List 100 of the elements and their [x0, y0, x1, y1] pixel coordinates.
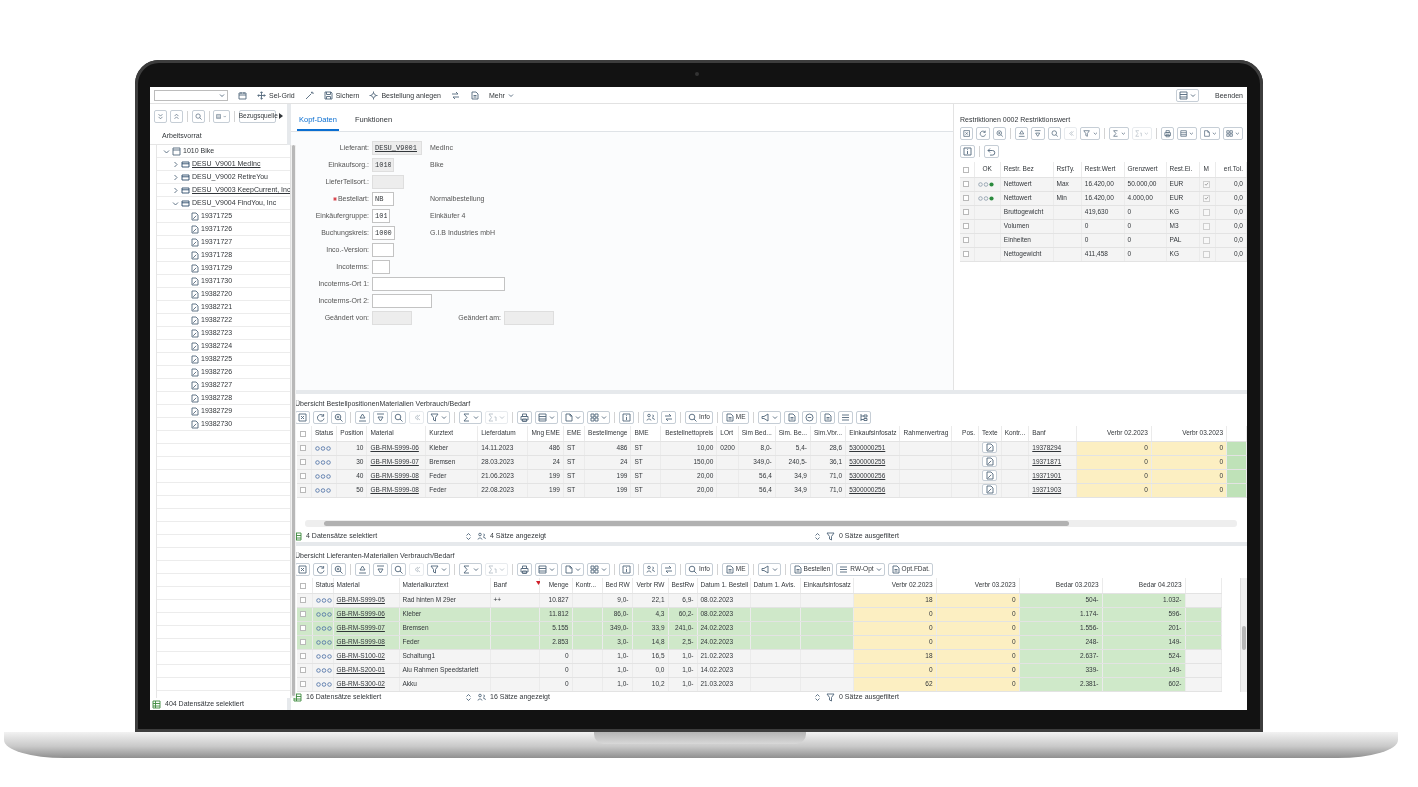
toolbar-button[interactable] — [238, 90, 247, 100]
search-icon — [394, 564, 403, 574]
document-edit-icon — [985, 471, 995, 481]
subtotal-icon — [488, 412, 497, 422]
sort-ascending-icon — [1017, 128, 1026, 138]
layout-icon — [538, 564, 547, 574]
sort-descending-icon — [376, 564, 385, 574]
document-edit-icon — [190, 303, 199, 312]
subtotal-icon — [1135, 128, 1143, 138]
input-field[interactable] — [504, 311, 554, 325]
document-icon — [564, 564, 573, 574]
double-chevron-left-icon — [412, 412, 421, 422]
scrollbar[interactable] — [1240, 578, 1247, 692]
sum-icon — [462, 412, 471, 422]
document-edit-icon — [190, 407, 199, 416]
people-icon — [646, 564, 655, 574]
document-icon — [564, 412, 573, 422]
input-field[interactable] — [372, 294, 432, 308]
document-icon — [792, 564, 802, 574]
input-field[interactable] — [372, 243, 394, 257]
toolbar-button[interactable] — [304, 90, 314, 100]
toolbar-button[interactable] — [470, 90, 479, 100]
edit-text-button[interactable] — [982, 470, 998, 482]
checkbox[interactable] — [1203, 194, 1211, 202]
chevron-right-icon[interactable] — [172, 186, 179, 194]
search-icon — [688, 564, 697, 574]
input-field[interactable] — [372, 277, 505, 291]
overflow-icon[interactable] — [279, 112, 283, 119]
grid-icon — [590, 412, 599, 422]
layout-icon — [1178, 90, 1188, 100]
people-icon — [477, 693, 486, 702]
filter-icon — [826, 531, 835, 541]
card-icon — [181, 160, 190, 169]
table-icon — [293, 693, 302, 702]
checkbox[interactable] — [1203, 208, 1211, 216]
document-edit-icon — [190, 264, 199, 273]
scrollbar[interactable] — [305, 520, 1237, 527]
document-edit-icon — [190, 251, 199, 260]
double-chevron-left-icon — [412, 564, 421, 574]
info-icon — [622, 564, 631, 574]
document-edit-icon — [190, 316, 199, 325]
refresh-icon — [979, 128, 987, 138]
window-icon — [172, 147, 181, 156]
grid-icon — [590, 564, 599, 574]
document-edit-icon — [190, 355, 199, 364]
edit-text-button[interactable] — [982, 484, 998, 496]
edit-text-button[interactable] — [982, 456, 998, 468]
spinner-icon — [813, 693, 822, 702]
layout-button[interactable] — [1175, 88, 1199, 102]
document-edit-icon — [190, 238, 199, 247]
zoom-icon — [334, 412, 343, 422]
row-selector[interactable] — [300, 582, 306, 589]
document-edit-icon — [985, 443, 995, 453]
chevron-right-icon[interactable] — [172, 160, 179, 168]
search-icon — [688, 412, 697, 422]
document-edit-icon — [190, 381, 199, 390]
checkbox[interactable] — [1203, 250, 1211, 258]
edit-text-button[interactable] — [982, 442, 998, 454]
zoom-icon — [334, 564, 343, 574]
double-chevron-left-icon — [1067, 128, 1075, 138]
document-edit-icon — [190, 342, 199, 351]
chevron-right-icon[interactable] — [172, 173, 179, 181]
checkbox[interactable] — [1203, 236, 1211, 244]
checkbox[interactable] — [1203, 222, 1211, 230]
swap-arrows-icon — [664, 412, 673, 422]
layout-icon — [1180, 128, 1188, 138]
info-icon — [963, 146, 972, 156]
subtotal-icon — [488, 564, 497, 574]
document-icon — [890, 564, 900, 574]
checkbox[interactable] — [1203, 180, 1211, 188]
input-field[interactable] — [372, 260, 390, 274]
select-icon — [298, 412, 307, 422]
toolbar-button[interactable] — [451, 90, 460, 100]
search-icon — [1050, 128, 1059, 138]
megaphone-icon — [760, 564, 770, 574]
select-icon — [963, 128, 971, 138]
gear-icon — [369, 90, 379, 100]
zoom-icon — [995, 128, 1004, 138]
people-icon — [477, 531, 486, 541]
print-icon — [1163, 128, 1172, 138]
table-icon — [293, 531, 302, 541]
chevron-down-icon[interactable] — [163, 147, 170, 155]
input-field[interactable] — [372, 311, 412, 325]
document-edit-icon — [985, 457, 995, 467]
input-field[interactable] — [372, 175, 404, 189]
swap-arrows-icon — [451, 90, 460, 100]
megaphone-icon — [760, 412, 770, 422]
list-icon — [839, 564, 849, 574]
list-icon — [840, 412, 850, 422]
card-icon — [181, 186, 190, 195]
row-selector[interactable] — [963, 166, 969, 173]
row-selector[interactable] — [300, 430, 306, 437]
layout-icon — [538, 412, 547, 422]
move-icon — [257, 90, 266, 100]
search-icon — [194, 111, 202, 121]
spinner-icon — [464, 531, 473, 541]
document-edit-icon — [985, 485, 995, 495]
chevron-down-icon[interactable] — [172, 199, 179, 207]
refresh-icon — [316, 412, 325, 422]
dropdown-field[interactable] — [154, 89, 228, 101]
